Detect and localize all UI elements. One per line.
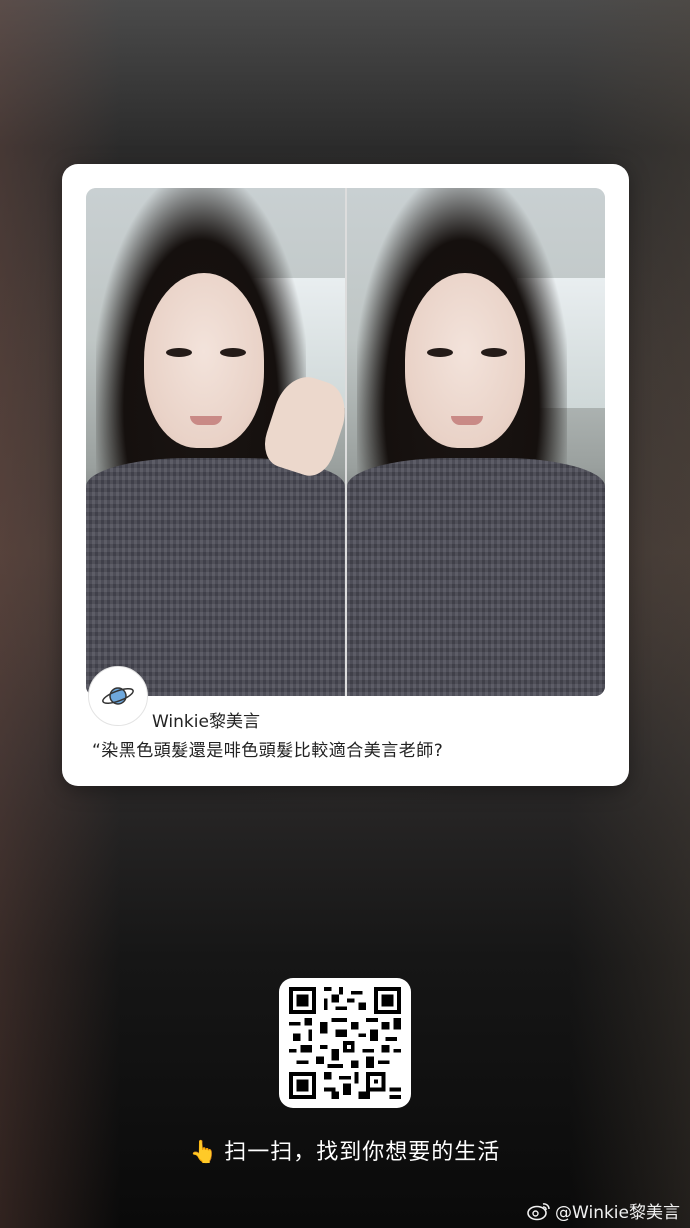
weibo-icon: [527, 1202, 550, 1220]
scan-text: 扫一扫，找到你想要的生活: [224, 1140, 501, 1165]
planet-icon: [102, 687, 134, 705]
share-card[interactable]: Winkie黎美言 “染黑色頭髮還是啡色頭髮比較適合美言老師?: [62, 164, 629, 786]
scan-prompt: 👆 扫一扫，找到你想要的生活: [0, 1134, 690, 1166]
watermark-text: @Winkie黎美言: [555, 1203, 680, 1223]
qr-code[interactable]: [279, 978, 411, 1108]
post-quote: “染黑色頭髮還是啡色頭髮比較適合美言老師?: [92, 741, 444, 761]
photo-right: [346, 188, 605, 696]
author-name[interactable]: Winkie黎美言: [152, 707, 260, 732]
photo-left: [86, 188, 345, 696]
pointing-hand-icon: 👆: [189, 1140, 219, 1165]
weibo-watermark: @Winkie黎美言: [527, 1198, 680, 1223]
avatar[interactable]: [88, 666, 148, 726]
photo-collage[interactable]: [86, 188, 605, 696]
